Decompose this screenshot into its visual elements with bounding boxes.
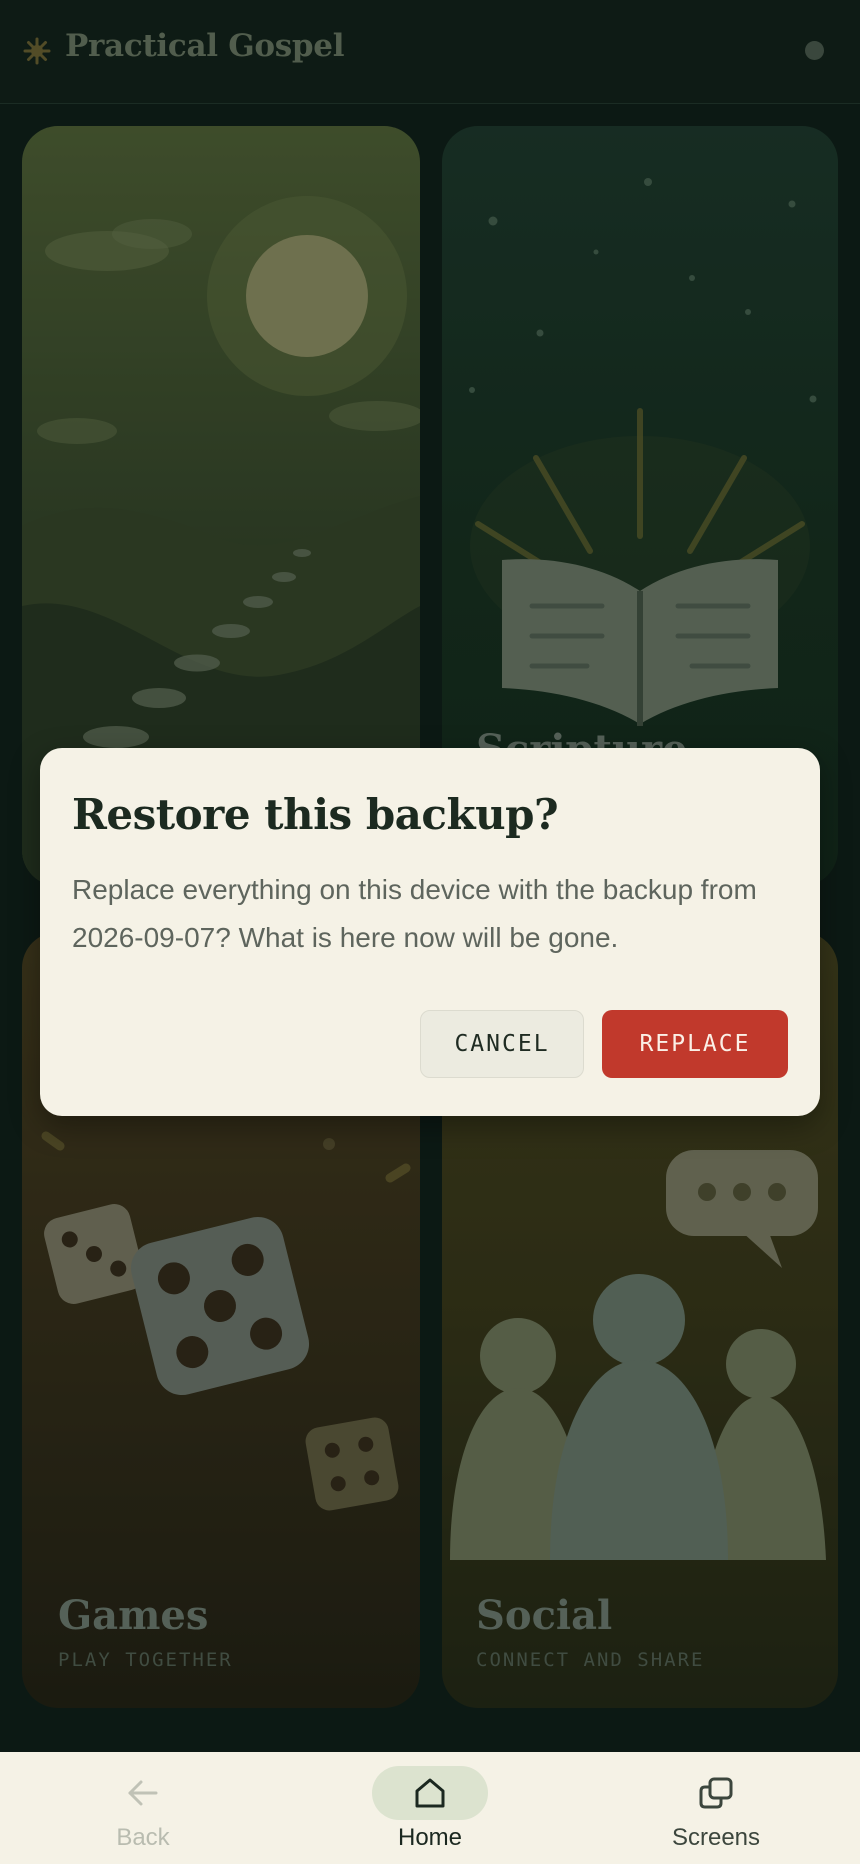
home-icon xyxy=(415,1778,445,1808)
nav-back[interactable]: Back xyxy=(43,1752,243,1864)
nav-home-label: Home xyxy=(397,1824,463,1851)
dialog-message: Replace everything on this device with t… xyxy=(72,874,757,953)
restore-backup-dialog: Restore this backup? Replace everything … xyxy=(40,748,820,1116)
nav-home[interactable]: Home xyxy=(330,1752,530,1864)
nav-screens[interactable]: Screens xyxy=(616,1752,816,1864)
bottom-navigation: Back Home Screens xyxy=(0,1752,860,1864)
cancel-button[interactable]: CANCEL xyxy=(420,1010,584,1078)
nav-screens-label: Screens xyxy=(671,1824,761,1851)
dialog-title: Restore this backup? xyxy=(72,790,559,839)
replace-button[interactable]: REPLACE xyxy=(602,1010,788,1078)
screens-icon xyxy=(699,1777,733,1809)
nav-back-label: Back xyxy=(116,1824,170,1851)
arrow-left-icon xyxy=(128,1780,158,1806)
